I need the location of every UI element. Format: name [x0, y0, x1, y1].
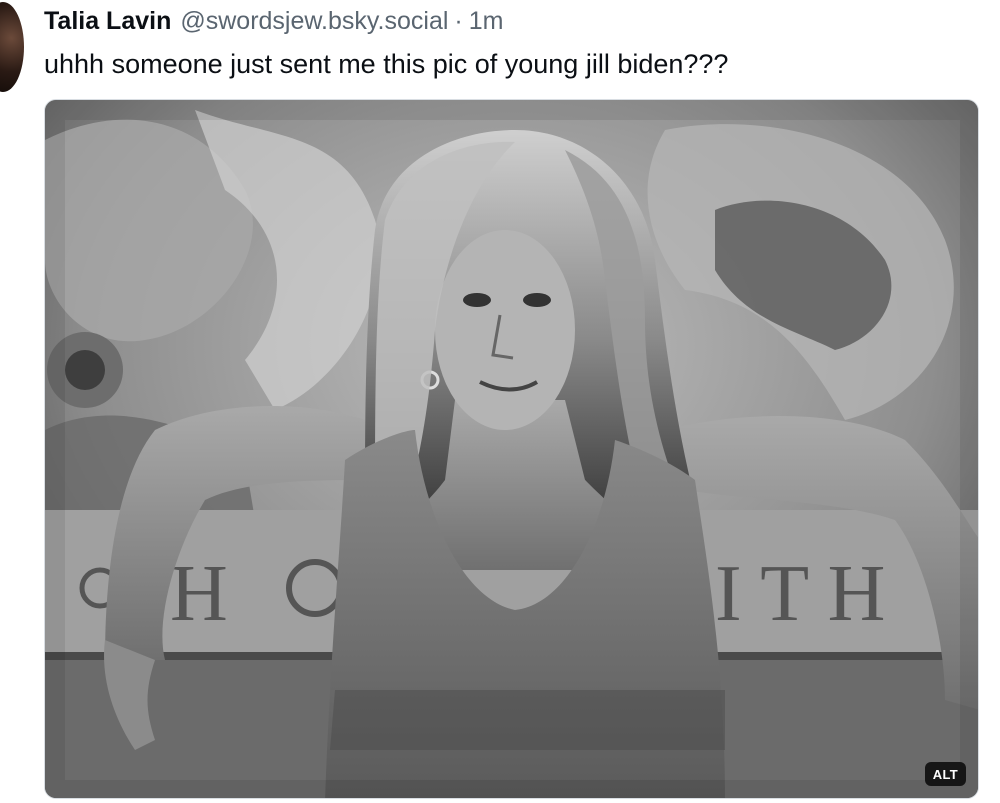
svg-text:I T H: I T H — [715, 550, 885, 638]
author-avatar[interactable] — [0, 2, 24, 92]
post-image[interactable]: H I T H ALT — [44, 99, 979, 799]
post-timestamp[interactable]: 1m — [469, 4, 504, 38]
post-header: Talia Lavin @swordsjew.bsky.social · 1m — [44, 4, 503, 38]
post-text: uhhh someone just sent me this pic of yo… — [44, 49, 729, 79]
alt-text-badge[interactable]: ALT — [924, 762, 966, 786]
separator-dot: · — [454, 7, 463, 35]
author-handle[interactable]: @swordsjew.bsky.social — [180, 4, 448, 38]
svg-text:H: H — [170, 550, 228, 638]
post: Talia Lavin @swordsjew.bsky.social · 1m … — [0, 0, 1000, 803]
photo-illustration: H I T H — [45, 100, 978, 798]
author-display-name[interactable]: Talia Lavin — [44, 4, 171, 38]
